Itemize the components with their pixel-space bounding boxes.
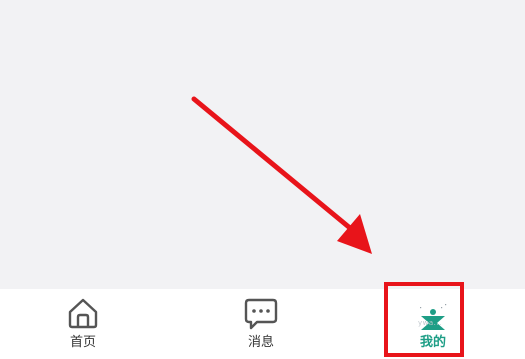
annotation-highlight-box [384, 282, 464, 357]
app-screen: 首页 消息 我的 ywa... [0, 0, 525, 359]
